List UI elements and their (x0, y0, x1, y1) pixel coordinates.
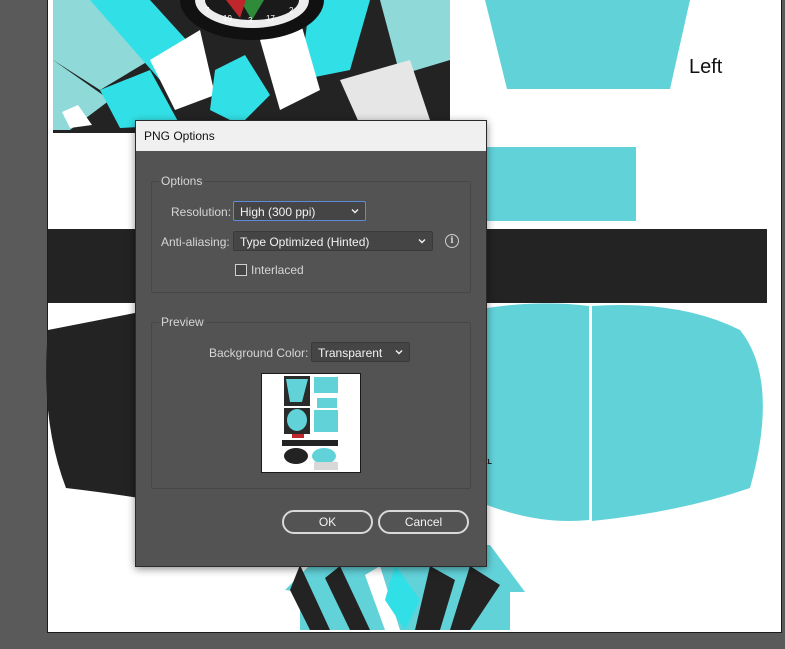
preview-image (262, 374, 360, 472)
resolution-label: Resolution: (171, 205, 232, 219)
background-color-select[interactable]: Transparent (311, 342, 410, 362)
ok-button[interactable]: OK (282, 510, 373, 534)
sleeve-right-half-a (487, 303, 589, 521)
svg-text:19: 19 (223, 14, 232, 23)
antialiasing-label: Anti-aliasing: (161, 235, 230, 249)
svg-text:2: 2 (289, 6, 294, 15)
info-icon[interactable]: i (445, 234, 459, 248)
sleeve-black-panel (46, 312, 140, 498)
chevron-down-icon (351, 209, 359, 214)
svg-text:3: 3 (248, 16, 253, 25)
collar-band (486, 147, 636, 221)
antialiasing-value: Type Optimized (Hinted) (240, 235, 370, 249)
options-legend: Options (159, 174, 205, 188)
preview-thumbnail (261, 373, 361, 473)
interlaced-checkbox[interactable] (235, 264, 247, 276)
chevron-down-icon (395, 350, 403, 355)
dialog-titlebar[interactable]: PNG Options (136, 121, 486, 151)
png-options-dialog: PNG Options Options Resolution: High (30… (135, 120, 487, 567)
preview-legend: Preview (159, 315, 206, 329)
sleeve-right-half-b (592, 305, 763, 521)
chevron-down-icon (418, 239, 426, 244)
interlaced-label[interactable]: Interlaced (251, 263, 304, 277)
sleeve-left-top (485, 0, 690, 89)
svg-text:7: 7 (205, 6, 210, 15)
background-color-value: Transparent (318, 346, 383, 360)
cancel-button[interactable]: Cancel (378, 510, 469, 534)
dialog-title: PNG Options (144, 129, 215, 143)
svg-text:17: 17 (266, 14, 275, 23)
antialiasing-select[interactable]: Type Optimized (Hinted) (233, 231, 433, 251)
left-side-label: Left (689, 56, 723, 78)
background-color-label: Background Color: (209, 346, 309, 360)
resolution-value: High (300 ppi) (240, 205, 316, 219)
resolution-select[interactable]: High (300 ppi) (233, 201, 366, 221)
